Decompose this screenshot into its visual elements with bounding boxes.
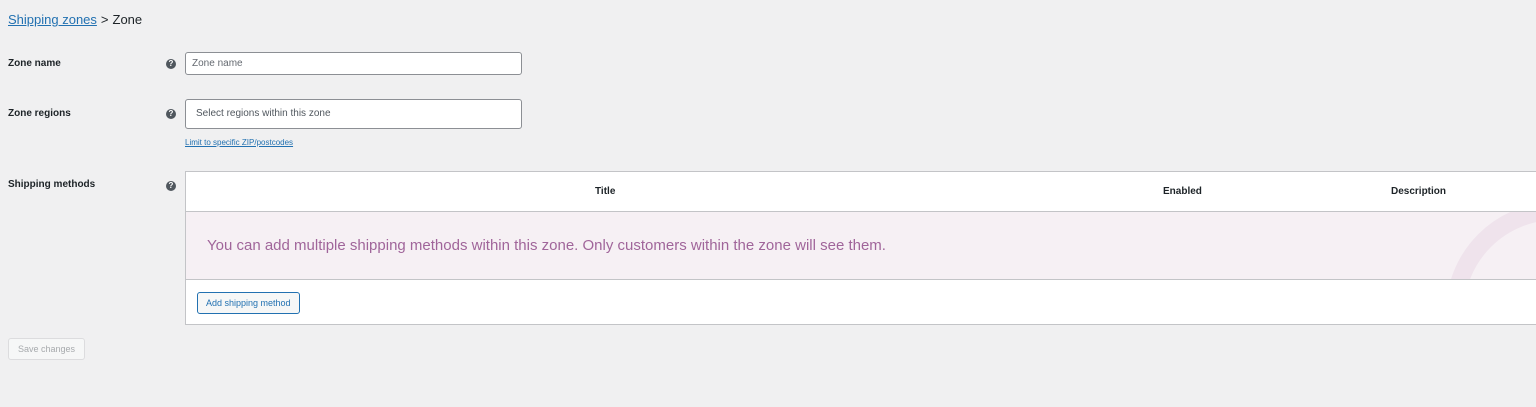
shipping-zone-page: Shipping zones>Zone Zone name ? Zone reg… bbox=[0, 0, 1536, 407]
breadcrumb-separator: > bbox=[100, 12, 109, 27]
column-header-title[interactable]: Title bbox=[595, 186, 615, 197]
add-shipping-method-button[interactable]: Add shipping method bbox=[197, 292, 300, 314]
blank-state-message: You can add multiple shipping methods wi… bbox=[207, 237, 886, 254]
shipping-methods-table: Title Enabled Description You can add mu… bbox=[185, 171, 1536, 325]
zone-regions-select[interactable]: Select regions within this zone bbox=[185, 99, 522, 129]
zone-name-input[interactable] bbox=[185, 52, 522, 75]
table-header: Title Enabled Description bbox=[186, 172, 1536, 212]
decorative-arc bbox=[1446, 212, 1536, 279]
save-changes-button[interactable]: Save changes bbox=[8, 338, 86, 360]
column-header-enabled[interactable]: Enabled bbox=[1163, 186, 1202, 197]
limit-postcodes-link[interactable]: Limit to specific ZIP/postcodes bbox=[185, 138, 293, 147]
blank-state-panel: You can add multiple shipping methods wi… bbox=[186, 212, 1536, 280]
breadcrumb-current: Zone bbox=[112, 12, 143, 27]
breadcrumb-shipping-zones-link[interactable]: Shipping zones bbox=[8, 12, 97, 27]
zone-name-label: Zone name bbox=[8, 58, 61, 69]
column-header-description[interactable]: Description bbox=[1391, 186, 1446, 197]
breadcrumb: Shipping zones > Zone bbox=[8, 12, 142, 28]
shipping-methods-help-icon[interactable]: ? bbox=[166, 181, 176, 191]
shipping-methods-label: Shipping methods bbox=[8, 179, 96, 190]
zone-name-help-icon[interactable]: ? bbox=[166, 59, 176, 69]
zone-regions-help-icon[interactable]: ? bbox=[166, 109, 176, 119]
zone-regions-label: Zone regions bbox=[8, 108, 71, 119]
